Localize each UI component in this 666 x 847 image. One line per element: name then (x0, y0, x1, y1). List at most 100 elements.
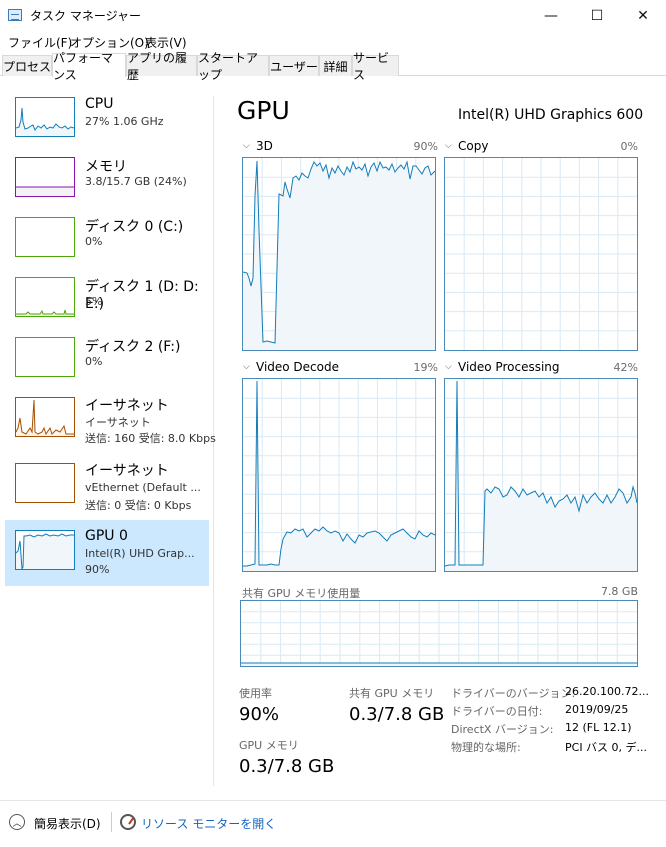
footer-divider (111, 812, 112, 832)
sidebar-item-sub: 0% (85, 355, 103, 368)
chevron-down-icon[interactable]: ⌵ (445, 362, 452, 372)
resource-monitor-icon[interactable] (120, 814, 136, 830)
sidebar-item-sub: 27% 1.06 GHz (85, 115, 164, 128)
graph-3d-area (243, 161, 435, 350)
sidebar-item-sub2: 送信: 160 受信: 8.0 Kbps (85, 432, 216, 445)
graph-grid (445, 158, 637, 350)
graph-label-video-decode[interactable]: Video Decode (256, 360, 339, 374)
sidebar-item-sub: イーサネット (85, 416, 151, 429)
physical-location-value: PCI バス 0, デ... (565, 741, 648, 754)
cpu-thumb-graph (16, 107, 74, 136)
sidebar-item-cpu[interactable]: CPU 27% 1.06 GHz (5, 90, 209, 150)
tab-app-history[interactable]: アプリの履歴 (126, 51, 197, 82)
ethernet1-thumbnail (15, 397, 75, 437)
directx-version-label: DirectX バージョン: (451, 723, 554, 736)
sidebar-item-memory[interactable]: メモリ 3.8/15.7 GB (24%) (5, 150, 209, 210)
sidebar-item-sub: 0% (85, 235, 103, 248)
tab-details[interactable]: 詳細 (319, 55, 352, 76)
sidebar-item-title: イーサネット (85, 398, 169, 414)
disk0-thumbnail (15, 217, 75, 257)
window-title: タスク マネージャー (30, 9, 141, 23)
graph-video-decode (242, 378, 436, 572)
gpu0-thumbnail (15, 530, 75, 570)
tab-startup[interactable]: スタートアップ (197, 51, 269, 82)
cpu-thumbnail (15, 97, 75, 137)
driver-version-value: 26.20.100.72... (565, 685, 649, 698)
disk2-thumbnail (15, 337, 75, 377)
graph-percent-video-decode: 19% (413, 361, 438, 374)
graph-shared-memory (240, 600, 638, 667)
tab-users[interactable]: ユーザー (269, 55, 319, 76)
graph-percent-copy: 0% (620, 140, 638, 153)
sidebar-item-sub2: 送信: 0 受信: 0 Kbps (85, 499, 192, 512)
sidebar-item-title: メモリ (85, 159, 127, 175)
shared-memory-label: 共有 GPU メモリ使用量 (242, 587, 361, 600)
sidebar-item-sub: vEthernet (Default ... (85, 481, 201, 494)
sidebar-item-disk1[interactable]: ディスク 1 (D: D: E:) 5% (5, 270, 209, 330)
graph-label-video-processing[interactable]: Video Processing (458, 360, 560, 374)
close-button[interactable]: ✕ (620, 0, 666, 31)
gpu0-thumb-graph (16, 533, 74, 569)
disk1-thumb-graph (16, 309, 74, 316)
usage-label: 使用率 (239, 687, 272, 700)
graph-copy-svg (445, 158, 637, 350)
sidebar-item-sub: Intel(R) UHD Grap... (85, 547, 195, 560)
gpu-memory-value: 0.3/7.8 GB (239, 756, 335, 777)
cpu-thumb-line (16, 107, 74, 132)
graph-3d (242, 157, 436, 351)
sidebar-item-sub2: 90% (85, 563, 110, 576)
sidebar-item-title: CPU (85, 96, 114, 112)
task-manager-icon (8, 9, 22, 21)
usage-value: 90% (239, 704, 280, 725)
driver-date-label: ドライバーの日付: (451, 705, 543, 718)
physical-location-label: 物理的な場所: (451, 741, 521, 754)
chevron-up-icon[interactable]: ︿ (9, 814, 25, 830)
sidebar-item-ethernet2[interactable]: イーサネット vEthernet (Default ... 送信: 0 受信: … (5, 456, 209, 516)
graph-percent-3d: 90% (413, 140, 438, 153)
graph-grid (241, 601, 637, 666)
shared-memory-stat-value: 0.3/7.8 GB (349, 704, 445, 725)
shared-memory-stat-label: 共有 GPU メモリ (349, 687, 435, 700)
shared-memory-max: 7.8 GB (600, 585, 638, 598)
maximize-button[interactable]: ☐ (574, 0, 620, 31)
graph-label-copy[interactable]: Copy (458, 139, 488, 153)
tab-performance[interactable]: パフォーマンス (52, 51, 126, 82)
sidebar-item-gpu0[interactable]: GPU 0 Intel(R) UHD Grap... 90% (5, 520, 209, 586)
sidebar-item-title: ディスク 1 (D: D: E:) (85, 279, 199, 312)
minimize-button[interactable]: — (528, 0, 574, 31)
open-resource-monitor-link[interactable]: リソース モニターを開く (141, 815, 276, 832)
graph-video-decode-svg (243, 379, 435, 571)
gpu0-thumb-area (16, 534, 74, 569)
tab-services[interactable]: サービス (352, 51, 399, 82)
chevron-down-icon[interactable]: ⌵ (243, 141, 250, 151)
sidebar-item-title: GPU 0 (85, 528, 128, 544)
graph-percent-video-processing: 42% (613, 361, 638, 374)
fewer-details-button[interactable]: 簡易表示(D) (34, 815, 101, 832)
driver-version-label: ドライバーのバージョン: (451, 687, 576, 700)
driver-date-value: 2019/09/25 (565, 703, 629, 716)
graph-video-processing (444, 378, 638, 572)
memory-thumbnail (15, 157, 75, 197)
directx-version-value: 12 (FL 12.1) (565, 721, 632, 734)
memory-thumb-graph (16, 186, 74, 196)
sidebar-item-ethernet1[interactable]: イーサネット イーサネット 送信: 160 受信: 8.0 Kbps (5, 390, 216, 450)
sidebar-item-title: ディスク 2 (F:) (85, 339, 181, 355)
ethernet2-thumbnail (15, 463, 75, 503)
chevron-down-icon[interactable]: ⌵ (243, 362, 250, 372)
graph-label-3d[interactable]: 3D (256, 139, 273, 153)
sidebar-item-disk2[interactable]: ディスク 2 (F:) 0% (5, 330, 209, 390)
gpu-model-name: Intel(R) UHD Graphics 600 (458, 107, 644, 123)
sidebar-item-sub: 5% (85, 295, 103, 308)
graph-shared-memory-svg (241, 601, 637, 666)
graph-3d-svg (243, 158, 435, 350)
ethernet1-thumb-graph (16, 399, 74, 436)
page-title: GPU (237, 96, 290, 125)
gpu-memory-label: GPU メモリ (239, 739, 299, 752)
memory-thumb-area (16, 187, 74, 196)
ethernet1-thumb-line (16, 399, 74, 436)
chevron-down-icon[interactable]: ⌵ (445, 141, 452, 151)
tab-processes[interactable]: プロセス (2, 55, 52, 76)
sidebar-item-disk0[interactable]: ディスク 0 (C:) 0% (5, 210, 209, 270)
graph-video-processing-svg (445, 379, 637, 571)
graph-copy (444, 157, 638, 351)
